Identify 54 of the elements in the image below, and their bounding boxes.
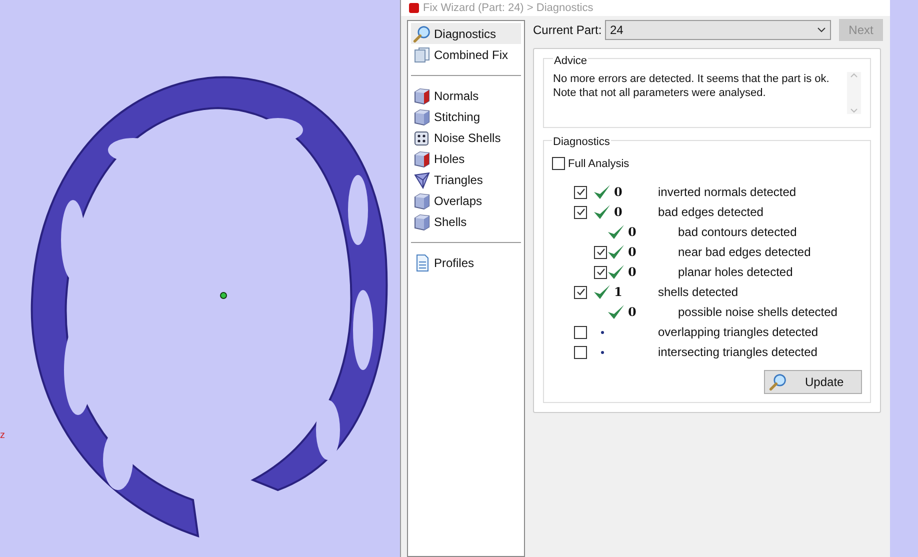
checkbox[interactable]: [574, 346, 587, 358]
pages-icon: [413, 46, 431, 64]
update-button[interactable]: Update: [764, 370, 862, 394]
sidebar-item[interactable]: Noise Shells: [411, 127, 521, 148]
cube-icon: [413, 108, 431, 126]
diagnostic-label: planar holes detected: [677, 264, 793, 281]
app-icon: [409, 3, 419, 13]
diagnostic-label: bad edges detected: [657, 204, 764, 221]
group-title: Diagnostics: [552, 134, 611, 150]
diagnostic-label: shells detected: [657, 284, 738, 301]
part-dropdown[interactable]: 24: [605, 20, 831, 40]
count: 0: [614, 204, 622, 221]
sidebar-item[interactable]: Normals: [411, 85, 521, 106]
diagnostic-label: overlapping triangles detected: [657, 324, 818, 341]
count: 0: [628, 264, 636, 281]
chevron-down-icon: [817, 27, 826, 33]
cube-icon: [413, 150, 431, 168]
advice-text: No more errors are detected. It seems that the part is ok. Note that not all parameters were analysed.: [553, 72, 830, 100]
cube-icon: [413, 192, 431, 210]
count: 0: [628, 244, 636, 261]
full-analysis-checkbox[interactable]: Full Analysis: [552, 156, 862, 172]
checkbox[interactable]: [594, 266, 607, 278]
axis-label: z: [0, 429, 5, 443]
diagnostic-label: near bad edges detected: [677, 244, 811, 261]
dice-icon: [413, 128, 431, 146]
sidebar-item[interactable]: Stitching: [411, 106, 521, 127]
sidebar-item[interactable]: Triangles: [411, 169, 521, 190]
checkbox[interactable]: [574, 206, 587, 218]
search-icon: [413, 24, 431, 42]
diagnostic-label: bad contours detected: [677, 224, 797, 241]
count: 0: [614, 184, 622, 201]
sidebar-item[interactable]: Profiles: [411, 252, 521, 273]
checkbox[interactable]: [574, 186, 587, 198]
cube-icon: [413, 212, 431, 230]
sidebar-item[interactable]: Overlaps: [411, 190, 521, 211]
checkbox[interactable]: [552, 157, 565, 170]
checkbox[interactable]: [594, 246, 607, 258]
diagnostic-label: inverted normals detected: [657, 184, 796, 201]
diagnostic-label: possible noise shells detected: [677, 304, 838, 321]
search-icon: [769, 373, 787, 391]
sidebar-item[interactable]: Diagnostics: [411, 23, 521, 44]
count: 0: [628, 304, 636, 321]
count: 0: [628, 224, 636, 241]
sidebar-item[interactable]: Holes: [411, 148, 521, 169]
count: 1: [614, 284, 622, 301]
sidebar-item[interactable]: Combined Fix: [411, 44, 521, 65]
pivot-point-icon: [220, 292, 227, 299]
checkbox[interactable]: [574, 286, 587, 298]
triangles-icon: [413, 170, 431, 188]
window-title: Fix Wizard (Part: 24) > Diagnostics: [423, 0, 594, 16]
sidebar-item[interactable]: Shells: [411, 211, 521, 232]
diagnostic-label: intersecting triangles detected: [657, 344, 818, 361]
checkbox[interactable]: [574, 326, 587, 338]
cube-icon: [413, 86, 431, 104]
